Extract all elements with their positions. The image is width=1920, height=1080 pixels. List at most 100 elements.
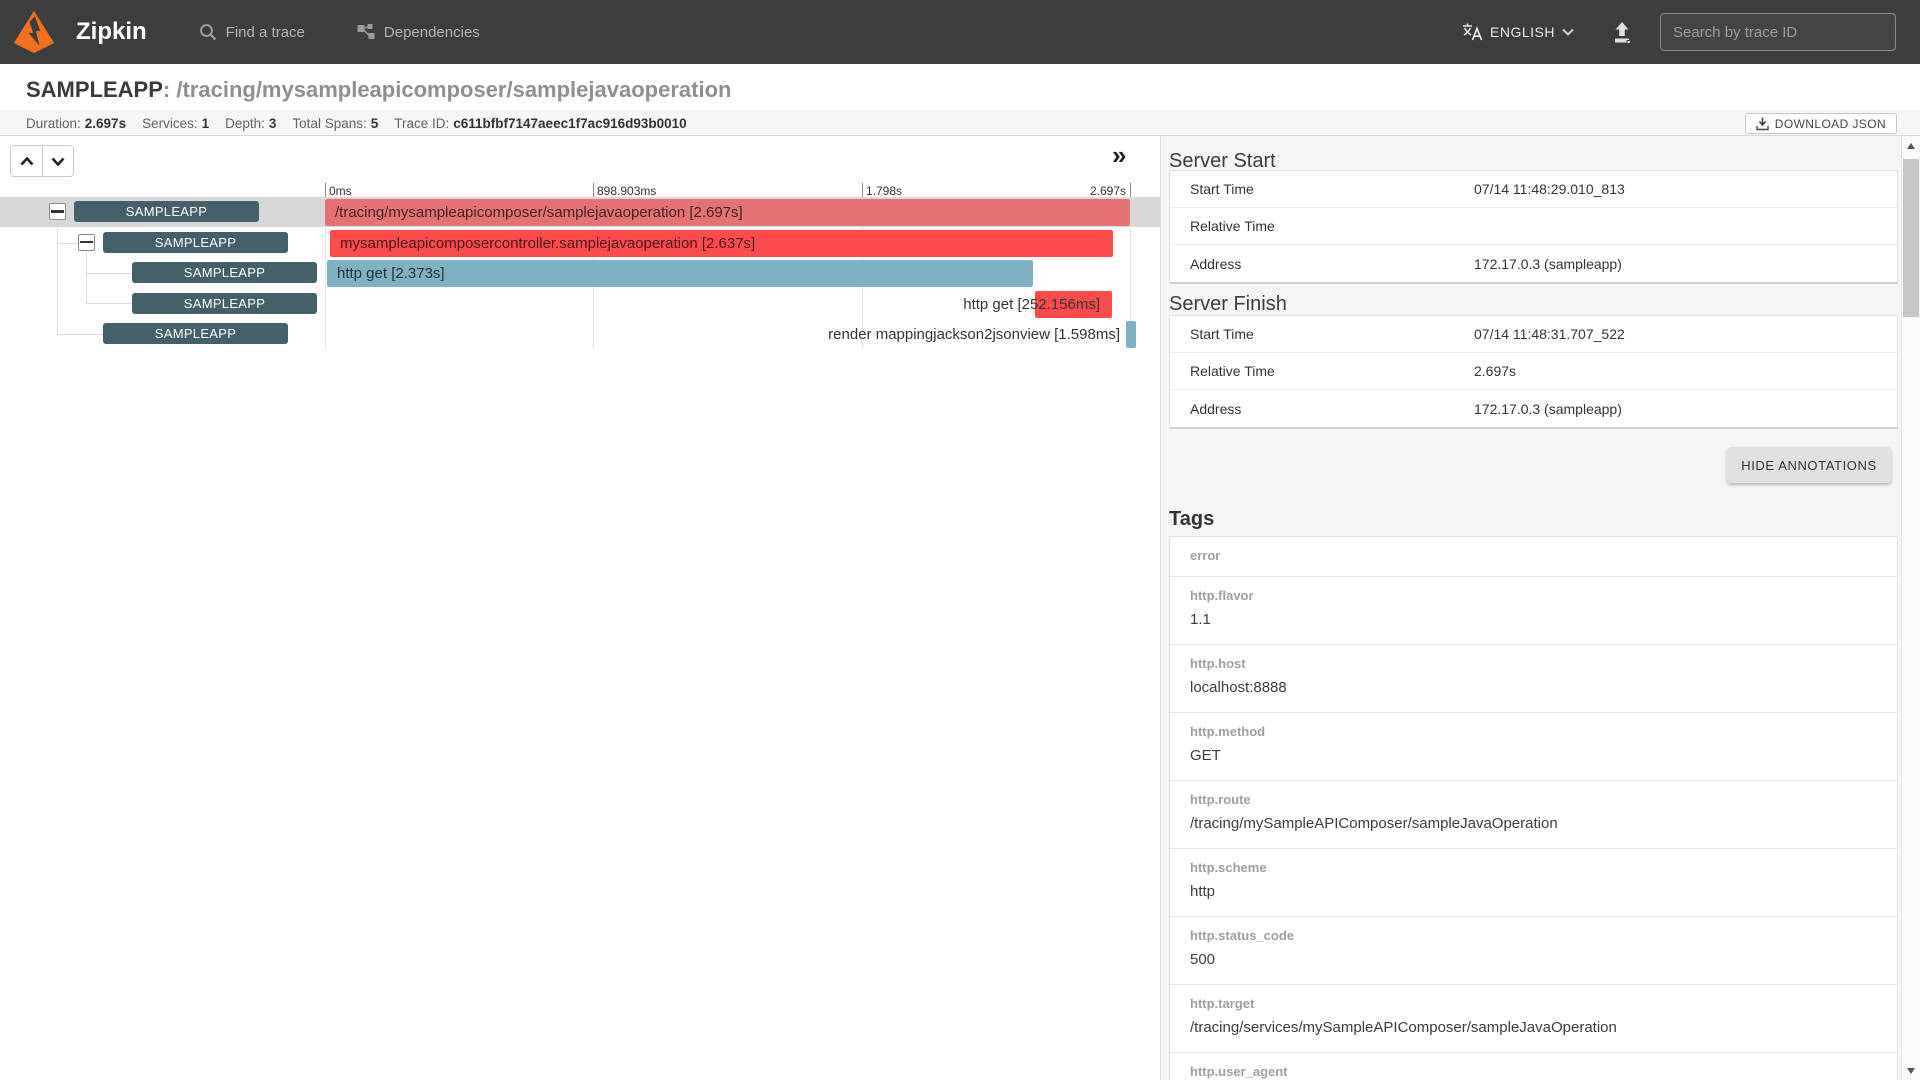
- tag-row: http.user_agentMozilla/5.0 (X11; Linux x…: [1170, 1053, 1897, 1080]
- tag-name: http.host: [1190, 656, 1877, 671]
- service-badge[interactable]: SAMPLEAPP: [132, 262, 317, 283]
- stat-label: Trace ID:: [394, 116, 449, 131]
- tag-row: http.flavor 1.1: [1170, 577, 1897, 645]
- summary-stat: Total Spans:5: [292, 116, 378, 131]
- language-selector[interactable]: ENGLISH: [1462, 22, 1574, 42]
- summary-stat: Duration:2.697s: [26, 116, 126, 131]
- row-label: Address: [1190, 256, 1241, 272]
- tag-value: /tracing/mySampleAPIComposer/sampleJavaO…: [1190, 813, 1860, 835]
- tag-row: http.route/tracing/mySampleAPIComposer/s…: [1170, 781, 1897, 849]
- tag-value: GET: [1190, 745, 1860, 767]
- timeline-panel: » 0ms898.903ms1.798s2.697sSAMPLEAPP/trac…: [0, 136, 1160, 1080]
- nav-item-dependencies[interactable]: Dependencies: [357, 24, 480, 41]
- span-bar-label[interactable]: /tracing/mysampleapicomposer/samplejavao…: [325, 199, 1130, 226]
- tag-row: error: [1170, 537, 1897, 577]
- service-badge[interactable]: SAMPLEAPP: [74, 201, 259, 222]
- stat-value: 1: [202, 116, 210, 131]
- trace-row[interactable]: SAMPLEAPP http get [252.156ms]: [0, 289, 1160, 319]
- tag-name: http.scheme: [1190, 860, 1877, 875]
- table-row: Address 172.17.0.3 (sampleapp): [1170, 390, 1897, 427]
- main-content: » 0ms898.903ms1.798s2.697sSAMPLEAPP/trac…: [0, 136, 1920, 1080]
- span-label: http get [252.156ms]: [963, 291, 1100, 318]
- section-title: Server Finish: [1169, 293, 1287, 316]
- tag-value: /tracing/services/mySampleAPIComposer/sa…: [1190, 1017, 1860, 1039]
- summary-stat: Trace ID: c611bfbf7147aeec1f7ac916d93b001…: [394, 116, 686, 131]
- tick-label: 0ms: [329, 184, 352, 198]
- span-bar-label[interactable]: http get [2.373s]: [327, 260, 1033, 287]
- scrollbar[interactable]: [1901, 136, 1920, 1080]
- table-row: Start Time 07/14 11:48:31.707_522: [1170, 316, 1897, 353]
- chevron-down-icon: [1562, 28, 1574, 36]
- span-bar[interactable]: [1126, 321, 1136, 348]
- tag-name: http.status_code: [1190, 928, 1877, 943]
- nav-item-find-a-trace[interactable]: Find a trace: [199, 23, 305, 41]
- brand-title: Zipkin: [76, 18, 147, 46]
- tag-row: http.schemehttp: [1170, 849, 1897, 917]
- tick-label: 2.697s: [1090, 184, 1126, 198]
- trace-id-search-input[interactable]: [1660, 13, 1896, 51]
- download-icon: [1756, 117, 1769, 131]
- tag-name: http.user_agent: [1190, 1064, 1877, 1079]
- stat-label: Depth:: [225, 116, 265, 131]
- table-row: Start Time 07/14 11:48:29.010_813: [1170, 171, 1897, 208]
- trace-row[interactable]: SAMPLEAPP http get [2.373s]: [0, 258, 1160, 288]
- row-label: Relative Time: [1190, 363, 1275, 379]
- tags-card: error http.flavor 1.1 http.host localhost:88…: [1169, 536, 1898, 1080]
- tag-name: http.route: [1190, 792, 1877, 807]
- row-value: 07/14 11:48:29.010_813: [1474, 181, 1625, 197]
- summary-stat: Depth: 3: [225, 116, 276, 131]
- navbar: Zipkin Find a trace Dependencies EN: [0, 0, 1920, 64]
- tag-row: http.methodGET: [1170, 713, 1897, 781]
- row-value: 2.697s: [1474, 363, 1516, 379]
- row-value: 07/14 11:48:31.707_522: [1474, 326, 1625, 342]
- trace-header: SAMPLEAPP: /tracing/mysampleapicomposer/…: [0, 64, 1920, 110]
- tag-value: 1.1: [1190, 609, 1860, 631]
- detail-table: Start Time07/14 11:48:29.010_813Relative…: [1169, 170, 1898, 284]
- download-json-label: DOWNLOAD JSON: [1775, 117, 1886, 131]
- detail-table: Start Time 07/14 11:48:31.707_522 Relative…: [1169, 315, 1898, 429]
- next-span-button[interactable]: [42, 146, 73, 176]
- scroll-thumb[interactable]: [1903, 159, 1919, 317]
- collapse-toggle-icon[interactable]: [78, 234, 95, 251]
- row-label: Address: [1190, 401, 1241, 417]
- navbar-right: ENGLISH: [1462, 13, 1896, 51]
- download-json-button[interactable]: DOWNLOAD JSON: [1745, 113, 1897, 134]
- row-label: Start Time: [1190, 181, 1254, 197]
- span-bar-label[interactable]: mysampleapicomposercontroller.samplejava…: [330, 230, 1113, 257]
- previous-span-button[interactable]: [11, 146, 42, 176]
- row-value: 172.17.0.3 (sampleapp): [1474, 256, 1622, 272]
- collapse-toggle-icon[interactable]: [49, 203, 66, 220]
- tag-name: http.flavor: [1190, 588, 1877, 603]
- tag-name: http.target: [1190, 996, 1877, 1011]
- service-badge[interactable]: SAMPLEAPP: [103, 232, 288, 253]
- stat-label: Duration:: [26, 116, 81, 131]
- service-name: SAMPLEAPP: [26, 77, 163, 102]
- service-badge[interactable]: SAMPLEAPP: [132, 293, 317, 314]
- trace-row[interactable]: SAMPLEAPP/tracing/mysampleapicomposer/sa…: [0, 197, 1160, 227]
- summary-stats: Duration:2.697s Services: 1 Depth: 3 Total Sp…: [26, 116, 703, 131]
- translate-icon: [1462, 22, 1483, 42]
- row-label: Start Time: [1190, 326, 1254, 342]
- tag-row: http.target/tracing/services/mySampleAPI…: [1170, 985, 1897, 1053]
- hide-annotations-button[interactable]: HIDE ANNOTATIONS: [1727, 447, 1891, 483]
- tag-value: localhost:8888: [1190, 677, 1860, 699]
- expand-timeline-icon[interactable]: »: [1112, 142, 1126, 168]
- stat-value: c611bfbf7147aeec1f7ac916d93b0010: [453, 116, 686, 131]
- summary-stat: Services: 1: [142, 116, 209, 131]
- nav-label: Find a trace: [226, 24, 305, 41]
- tag-row: http.status_code500: [1170, 917, 1897, 985]
- scroll-down-arrow[interactable]: [1902, 1061, 1920, 1080]
- span-label: render mappingjackson2jsonview [1.598ms]: [828, 321, 1120, 348]
- span-navigation: [10, 145, 74, 177]
- stat-value: 3: [269, 116, 277, 131]
- upload-icon: [1612, 21, 1632, 43]
- stat-label: Services:: [142, 116, 198, 131]
- scroll-up-arrow[interactable]: [1902, 136, 1920, 155]
- operation-name: : /tracing/mysampleapicomposer/samplejav…: [163, 77, 732, 102]
- language-label: ENGLISH: [1490, 24, 1555, 40]
- service-badge[interactable]: SAMPLEAPP: [103, 323, 288, 344]
- row-value: 172.17.0.3 (sampleapp): [1474, 401, 1622, 417]
- upload-button[interactable]: [1612, 21, 1632, 43]
- trace-row[interactable]: SAMPLEAPP render mappingjackson2jsonview …: [0, 319, 1160, 349]
- trace-row[interactable]: SAMPLEAPP mysampleapicomposercontroller.s…: [0, 228, 1160, 258]
